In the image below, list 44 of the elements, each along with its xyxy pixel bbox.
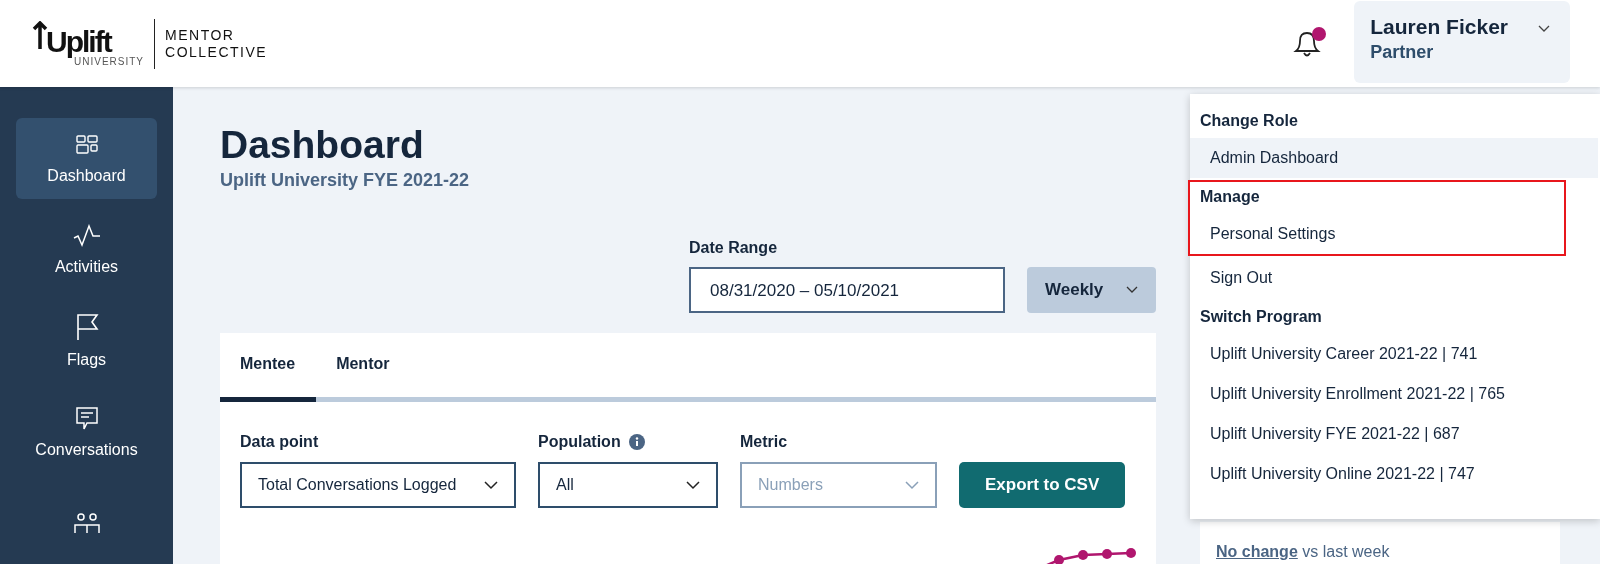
- field-label: Data point: [240, 433, 319, 451]
- export-button[interactable]: Export to CSV: [959, 462, 1126, 508]
- menu-item[interactable]: Uplift University FYE 2021-22 | 687: [1190, 414, 1598, 454]
- sidebar-item[interactable]: Activities: [16, 209, 157, 291]
- field-label: Metric: [740, 433, 788, 451]
- chat-icon: [73, 405, 100, 432]
- sidebar-item[interactable]: Flags: [16, 300, 157, 382]
- page-title: Dashboard: [220, 122, 425, 168]
- sidebar-item[interactable]: Dashboard: [16, 118, 157, 200]
- menu-item[interactable]: Uplift University Enrollment 2021-22 | 765: [1190, 374, 1598, 414]
- menu-heading: Change Role: [1199, 111, 1299, 131]
- chevron-down-icon: [1538, 24, 1550, 33]
- dropdown-field[interactable]: Total Conversations Logged: [240, 462, 516, 508]
- date-range-field[interactable]: 08/31/2020 – 05/10/2021: [689, 267, 1005, 313]
- menu-item[interactable]: Uplift University Career 2021-22 | 741: [1190, 334, 1598, 374]
- menu-heading: Manage: [1199, 187, 1261, 207]
- interval-dropdown[interactable]: Weekly: [1027, 267, 1156, 313]
- menu-item[interactable]: Uplift University Online 2021-22 | 747: [1190, 454, 1598, 494]
- logo-text: MENTOR: [165, 26, 236, 44]
- up-arrow-icon: [32, 20, 48, 51]
- logo-subtitle: UNIVERSITY: [74, 55, 144, 67]
- menu-item[interactable]: Personal Settings: [1190, 214, 1564, 254]
- logo-text: COLLECTIVE: [165, 43, 268, 61]
- pulse-icon: [72, 223, 101, 248]
- logo-wordmark: Uplift: [46, 27, 112, 56]
- chevron-down-icon: [1126, 286, 1138, 294]
- menu-item[interactable]: Sign Out: [1190, 258, 1598, 298]
- people-icon: [72, 512, 101, 535]
- chevron-down-icon: [905, 480, 919, 490]
- change-note: No change vs last week: [1216, 542, 1390, 562]
- dropdown-field[interactable]: All: [538, 462, 718, 508]
- flag-icon: [74, 313, 99, 341]
- user-menu-button[interactable]: Lauren Ficker Partner: [1354, 0, 1570, 83]
- field-label: Date Range: [689, 239, 779, 257]
- field-label: Population: [538, 433, 621, 451]
- tab[interactable]: Mentor: [316, 333, 410, 402]
- grid-icon: [74, 132, 99, 157]
- tab[interactable]: Mentee: [220, 333, 317, 402]
- page-subtitle: Uplift University FYE 2021-22: [220, 170, 471, 191]
- chevron-down-icon: [484, 480, 498, 490]
- menu-heading: Switch Program: [1199, 307, 1323, 327]
- sidebar-item[interactable]: Conversations: [16, 391, 157, 473]
- chevron-down-icon: [686, 480, 700, 490]
- menu-item[interactable]: Admin Dashboard: [1190, 138, 1598, 178]
